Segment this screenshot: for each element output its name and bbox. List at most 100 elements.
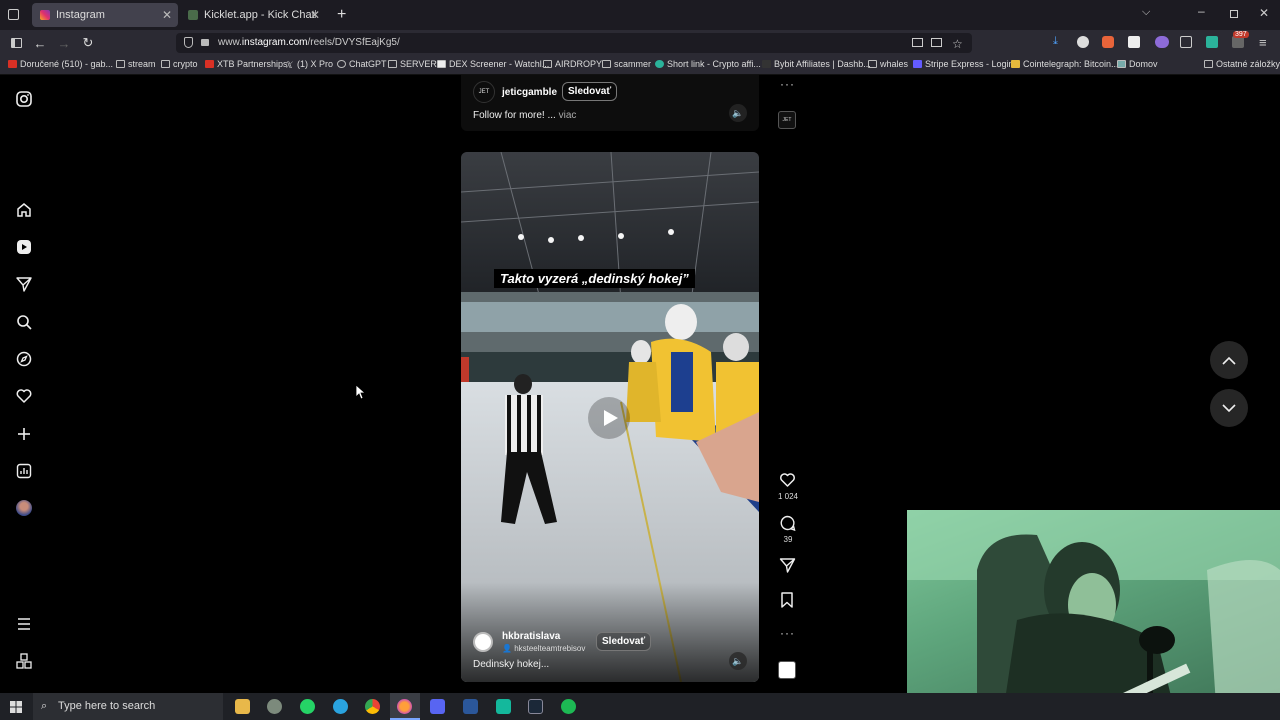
tab-instagram[interactable]: Instagram ✕	[32, 3, 178, 27]
bookmark-item[interactable]: XTB Partnerships	[205, 59, 288, 69]
extension-fox-icon[interactable]	[1102, 36, 1114, 48]
avatar[interactable]: JET	[473, 81, 495, 103]
play-button-icon[interactable]	[588, 397, 630, 439]
more-menu-icon[interactable]	[16, 616, 32, 632]
back-button[interactable]: ←	[32, 35, 48, 51]
file-explorer-icon[interactable]	[235, 699, 250, 714]
mute-speaker-icon[interactable]: 🔈	[729, 652, 747, 670]
extensions-puzzle-icon[interactable]	[1180, 36, 1192, 48]
reel-previous[interactable]: JET jeticgamble Sledovať Follow for more…	[461, 75, 759, 131]
more-options-icon[interactable]: ···	[780, 626, 795, 640]
extension-purple-icon[interactable]	[1155, 36, 1169, 48]
reload-button[interactable]: ↻	[80, 35, 96, 51]
avatar[interactable]	[473, 632, 493, 652]
discord-icon[interactable]	[430, 699, 445, 714]
collab-username[interactable]: hksteelteamtrebisov	[514, 644, 585, 653]
follow-button[interactable]: Sledovať	[562, 82, 618, 101]
save-bookmark-icon[interactable]	[780, 592, 794, 608]
bookmark-folder[interactable]: AIRDROPY	[543, 59, 602, 69]
home-icon[interactable]	[16, 202, 32, 218]
taskbar-search-box[interactable]: ⌕ Type here to search	[33, 693, 223, 720]
close-tab-icon[interactable]: ✕	[310, 8, 320, 22]
browser-tab-bar: Instagram ✕ Kicklet.app - Kick Chatbot a…	[0, 0, 1280, 30]
share-send-icon[interactable]	[779, 557, 796, 573]
bookmark-item[interactable]: Doručené (510) - gab...	[8, 59, 113, 69]
app-green-icon[interactable]	[496, 699, 511, 714]
previous-reel-button[interactable]	[1210, 341, 1248, 379]
profile-avatar[interactable]	[16, 500, 32, 516]
downloads-icon[interactable]: ⤓	[1053, 35, 1058, 48]
tracking-shield-icon[interactable]	[184, 37, 193, 48]
menu-hamburger-icon[interactable]: ≡	[1259, 35, 1267, 50]
reel-main-video[interactable]: Takto vyzerá „dedinský hokej” hkbratisla…	[461, 152, 759, 682]
reel-previous-more-options-icon[interactable]: ···	[780, 77, 795, 91]
account-icon[interactable]	[1077, 36, 1089, 48]
tab-list-icon[interactable]	[8, 9, 19, 20]
next-reel-button[interactable]	[1210, 389, 1248, 427]
save-page-icon[interactable]	[931, 38, 942, 47]
word-icon[interactable]	[463, 699, 478, 714]
bookmark-item[interactable]: 𝕏 (1) X Pro	[285, 59, 333, 70]
bookmark-folder-other[interactable]: Ostatné záložky	[1204, 59, 1280, 69]
bookmark-item[interactable]: ChatGPT	[337, 59, 387, 69]
new-tab-button[interactable]: +	[337, 6, 346, 24]
whatsapp-icon[interactable]	[300, 699, 315, 714]
steam-icon[interactable]	[528, 699, 543, 714]
instagram-favicon-icon	[40, 10, 50, 20]
bookmark-star-icon[interactable]: ☆	[952, 34, 963, 54]
bookmark-item[interactable]: Domov	[1117, 59, 1158, 69]
explore-compass-icon[interactable]	[16, 351, 32, 367]
tab-overflow-chevron-icon[interactable]: ⌵	[1142, 6, 1150, 19]
minimize-window-button[interactable]: –	[1198, 4, 1205, 18]
restore-window-button[interactable]	[1230, 10, 1238, 18]
bookmark-folder[interactable]: SERVER	[388, 59, 437, 69]
url-path: /reels/DVYSfEajKg5/	[307, 37, 400, 48]
extension-green-icon[interactable]	[1206, 36, 1218, 48]
collab-line: 👤 hksteelteamtrebisov	[502, 644, 585, 653]
chevron-up-icon	[1222, 356, 1236, 365]
firefox-icon[interactable]	[397, 699, 412, 714]
reels-icon[interactable]	[16, 239, 32, 255]
close-tab-icon[interactable]: ✕	[162, 8, 172, 22]
audio-thumbnail[interactable]	[778, 661, 796, 679]
bookmark-item[interactable]: Short link - Crypto affi...	[655, 59, 761, 69]
chrome-icon[interactable]	[365, 699, 380, 714]
notifications-heart-icon[interactable]	[16, 388, 32, 404]
sidebar-toggle-icon[interactable]	[8, 35, 24, 51]
forward-button[interactable]: →	[56, 35, 72, 51]
bookmark-folder[interactable]: scammer	[602, 59, 651, 69]
reel-username[interactable]: hkbratislava	[502, 631, 560, 642]
tab-kicklet[interactable]: Kicklet.app - Kick Chatbot and & ✕	[180, 3, 326, 27]
search-icon[interactable]	[16, 314, 32, 330]
dashboard-chart-icon[interactable]	[16, 463, 32, 479]
close-window-button[interactable]: ✕	[1259, 6, 1269, 20]
reel-username[interactable]: jeticgamble	[502, 87, 557, 98]
app-settings-icon[interactable]	[267, 699, 282, 714]
video-overlay-caption: Takto vyzerá „dedinský hokej”	[494, 269, 695, 288]
windows-start-icon[interactable]	[10, 701, 22, 713]
bookmark-item[interactable]: DEX Screener - Watchl...	[437, 59, 549, 69]
bookmark-folder[interactable]: crypto	[161, 59, 198, 69]
create-plus-icon[interactable]	[16, 426, 32, 442]
telegram-icon[interactable]	[333, 699, 348, 714]
picture-in-picture-icon[interactable]	[912, 38, 923, 47]
messages-send-icon[interactable]	[16, 276, 32, 292]
url-bar[interactable]: www.instagram.com/reels/DVYSfEajKg5/ ☆	[176, 33, 972, 53]
caption-more-link[interactable]: viac	[559, 110, 577, 121]
extension-m-icon[interactable]	[1128, 36, 1140, 48]
mouse-cursor-icon	[356, 385, 366, 400]
also-from-meta-icon[interactable]	[16, 653, 32, 669]
bookmark-item[interactable]: Cointelegraph: Bitcoin...	[1011, 59, 1119, 69]
spotify-icon[interactable]	[561, 699, 576, 714]
instagram-logo-icon[interactable]	[16, 91, 32, 107]
bookmark-folder[interactable]: whales	[868, 59, 908, 69]
comment-icon[interactable]	[779, 515, 796, 531]
bookmark-item[interactable]: Stripe Express - Login	[913, 59, 1014, 69]
reel-previous-audio-thumbnail[interactable]: JET	[778, 111, 796, 129]
follow-button[interactable]: Sledovať	[596, 632, 652, 651]
bookmark-folder[interactable]: stream	[116, 59, 156, 69]
lock-icon[interactable]	[201, 39, 209, 46]
bookmark-item[interactable]: Bybit Affiliates | Dashb...	[762, 59, 871, 69]
mute-speaker-icon[interactable]: 🔈	[729, 104, 747, 122]
like-heart-icon[interactable]	[779, 472, 796, 488]
